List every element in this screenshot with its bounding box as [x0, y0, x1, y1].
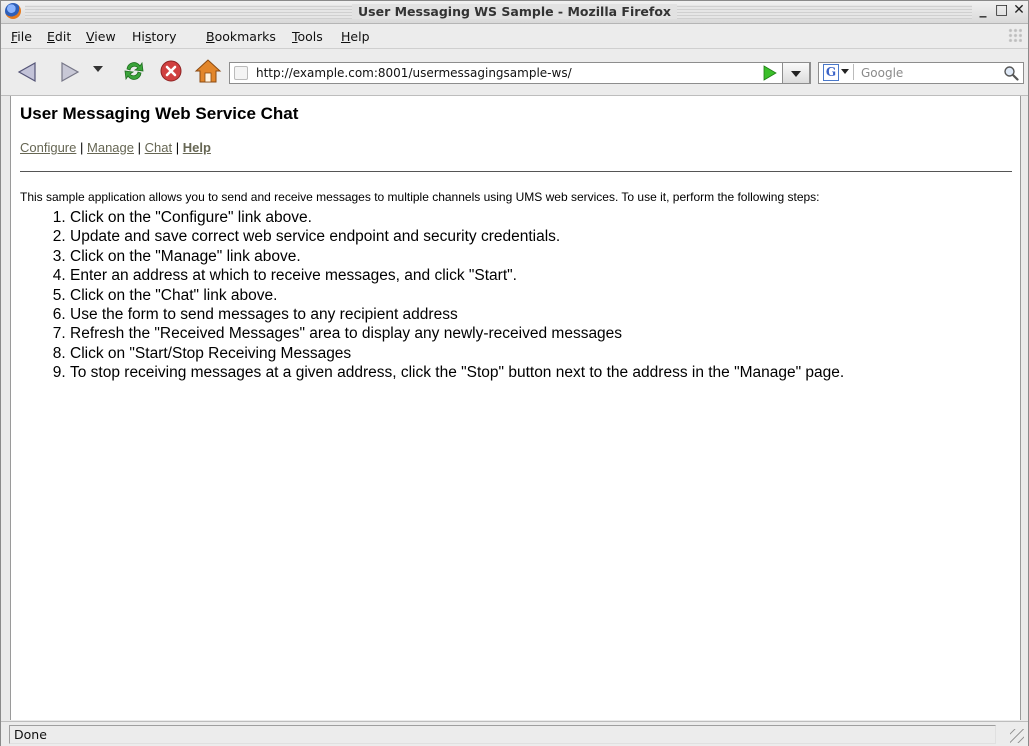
menu-file[interactable]: File: [11, 29, 32, 44]
url-bar[interactable]: http://example.com:8001/usermessagingsam…: [229, 62, 811, 84]
search-icon[interactable]: [1003, 65, 1019, 81]
horizontal-divider: [20, 171, 1012, 172]
title-bar: User Messaging WS Sample - Mozilla Firef…: [1, 1, 1028, 24]
reload-icon[interactable]: [121, 58, 147, 84]
search-box[interactable]: G Google: [818, 62, 1024, 84]
step-item: Click on the "Chat" link above.: [70, 286, 844, 305]
menu-view[interactable]: View: [86, 29, 116, 44]
throbber-icon: [1008, 28, 1022, 42]
menu-bar: File Edit View History Bookmarks Tools H…: [1, 24, 1028, 49]
browser-window: User Messaging WS Sample - Mozilla Firef…: [0, 0, 1029, 746]
page-content: User Messaging Web Service Chat Configur…: [10, 96, 1021, 720]
link-separator: |: [137, 140, 142, 155]
forward-icon[interactable]: [56, 59, 82, 85]
minimize-button[interactable]: _: [977, 2, 989, 18]
link-separator: |: [175, 140, 180, 155]
step-item: Refresh the "Received Messages" area to …: [70, 324, 844, 343]
window-title: User Messaging WS Sample - Mozilla Firef…: [352, 4, 677, 19]
link-separator: |: [80, 140, 84, 155]
page-title: User Messaging Web Service Chat: [20, 104, 299, 123]
help-link[interactable]: Help: [183, 140, 211, 155]
steps-list: Click on the "Configure" link above. Upd…: [20, 208, 844, 383]
status-bar: Done: [1, 721, 1028, 746]
status-cell: Done: [9, 725, 996, 744]
close-button[interactable]: ✕: [1013, 2, 1025, 18]
google-engine-icon: G: [823, 64, 839, 81]
menu-edit[interactable]: Edit: [47, 29, 71, 44]
back-icon[interactable]: [15, 59, 41, 85]
menu-help[interactable]: Help: [341, 29, 370, 44]
resize-grip-icon[interactable]: [1010, 729, 1024, 743]
navigation-toolbar: http://example.com:8001/usermessagingsam…: [1, 49, 1028, 96]
home-icon[interactable]: [194, 58, 222, 84]
search-engine-selector[interactable]: G: [821, 64, 854, 81]
chat-link[interactable]: Chat: [145, 140, 172, 155]
page-favicon-icon: [234, 66, 248, 80]
step-item: Click on "Start/Stop Receiving Messages: [70, 344, 844, 363]
menu-history[interactable]: History: [132, 29, 176, 44]
stop-icon[interactable]: [158, 58, 184, 84]
page-nav-links: Configure | Manage | Chat | Help: [20, 140, 211, 155]
menu-bookmarks[interactable]: Bookmarks: [206, 29, 276, 44]
step-item: Click on the "Configure" link above.: [70, 208, 844, 227]
url-history-dropdown-button[interactable]: [782, 62, 810, 84]
url-text[interactable]: http://example.com:8001/usermessagingsam…: [256, 66, 572, 80]
search-input[interactable]: Google: [861, 66, 903, 80]
step-item: Update and save correct web service endp…: [70, 227, 844, 246]
status-text: Done: [14, 727, 47, 742]
manage-link[interactable]: Manage: [87, 140, 134, 155]
step-item: To stop receiving messages at a given ad…: [70, 363, 844, 382]
step-item: Enter an address at which to receive mes…: [70, 266, 844, 285]
configure-link[interactable]: Configure: [20, 140, 76, 155]
menu-tools[interactable]: Tools: [292, 29, 323, 44]
intro-paragraph: This sample application allows you to se…: [20, 190, 820, 204]
chevron-down-icon: [841, 69, 849, 78]
step-item: Click on the "Manage" link above.: [70, 247, 844, 266]
history-dropdown-icon[interactable]: [93, 66, 103, 74]
maximize-button[interactable]: □: [995, 2, 1008, 18]
go-icon[interactable]: [763, 65, 777, 81]
step-item: Use the form to send messages to any rec…: [70, 305, 844, 324]
